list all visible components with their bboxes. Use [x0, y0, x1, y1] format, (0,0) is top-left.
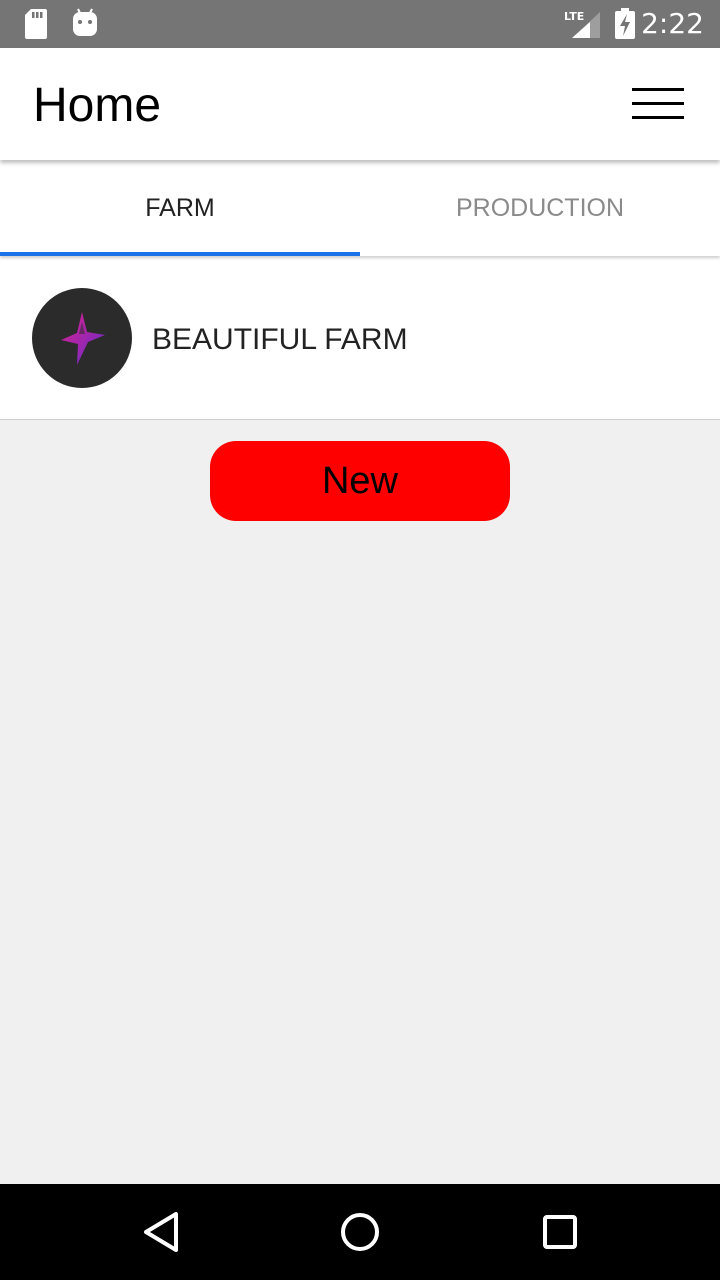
sd-card-icon [25, 9, 47, 39]
page-title: Home [33, 79, 162, 132]
tab-farm[interactable]: FARM [0, 160, 360, 256]
lte-signal-icon: LTE [564, 10, 600, 38]
recents-square-icon[interactable] [532, 1208, 588, 1256]
android-icon [73, 8, 97, 36]
tab-production[interactable]: PRODUCTION [360, 160, 720, 256]
battery-charging-icon [615, 8, 635, 39]
navigation-bar [0, 1184, 720, 1280]
network-label: LTE [564, 10, 584, 23]
status-time: 2:22 [641, 7, 704, 40]
new-button[interactable]: New [210, 441, 510, 521]
avatar [32, 288, 132, 388]
farm-name: BEAUTIFUL FARM [152, 323, 408, 356]
app-bar: Home [0, 48, 720, 160]
tab-bar: FARM PRODUCTION [0, 160, 720, 256]
home-circle-icon[interactable] [332, 1208, 388, 1256]
hamburger-menu-icon[interactable] [624, 78, 692, 130]
farm-list-item[interactable]: BEAUTIFUL FARM [0, 256, 720, 420]
tab-indicator [0, 252, 360, 256]
back-triangle-icon[interactable] [132, 1208, 188, 1256]
star-logo-icon [61, 312, 105, 365]
status-bar: LTE 2:22 [0, 0, 720, 48]
